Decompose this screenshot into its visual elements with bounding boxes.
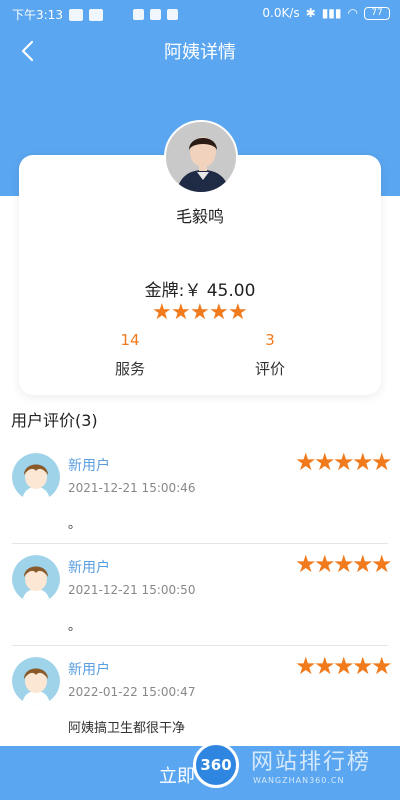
bluetooth-icon: ✱ [305, 6, 316, 20]
status-time: 下午3:13 [12, 8, 63, 22]
star-icon: ★ [371, 652, 393, 680]
star-icon: ★ [171, 300, 191, 325]
review-item: 新用户 ★ ★ ★ ★ ★ 2021-12-21 15:00:50 。 [0, 545, 400, 647]
watermark-text: 网站排行榜 [251, 750, 372, 775]
user-avatar [12, 555, 60, 603]
cartoon-user-icon [12, 453, 60, 501]
review-username: 新用户 [68, 560, 110, 576]
star-icon: ★ [152, 300, 172, 325]
review-date: 2022-01-22 15:00:47 [68, 685, 196, 699]
message-icon [68, 8, 83, 21]
reviews-section-title: 用户评价(3) [11, 411, 98, 430]
watermark: 360 网站排行榜 WANGZHAN360.CN [193, 738, 400, 800]
review-stars: ★ ★ ★ ★ ★ [295, 550, 393, 578]
play-app-icon [132, 9, 144, 20]
services-count: 14 [120, 331, 140, 349]
price-label: 金牌:￥ 45.00 [144, 281, 256, 301]
star-icon: ★ [333, 448, 355, 476]
housekeeper-name: 毛毅鸣 [175, 207, 224, 226]
status-right: 0.0K/s ✱ ▮▮▮ ◠ 77 [262, 6, 390, 20]
review-item: 新用户 ★ ★ ★ ★ ★ 2022-01-22 15:00:47 阿姨搞卫生都… [0, 647, 400, 749]
review-comment: 。 [68, 517, 82, 532]
video-app-icon [88, 8, 103, 21]
download-app-icon [149, 9, 161, 20]
star-icon: ★ [295, 550, 317, 578]
star-icon: ★ [352, 550, 374, 578]
star-icon: ★ [295, 448, 317, 476]
user-avatar [12, 453, 60, 501]
status-left: 下午3:13 [12, 6, 178, 23]
star-icon: ★ [333, 652, 355, 680]
signal-icon: ▮▮▮ [321, 6, 342, 20]
star-icon: ★ [209, 300, 229, 325]
star-icon: ★ [314, 448, 336, 476]
star-icon: ★ [190, 300, 210, 325]
profile-avatar [164, 120, 238, 194]
reviews-count: 3 [265, 331, 275, 349]
reviews-label: 评价 [254, 360, 285, 378]
review-date: 2021-12-21 15:00:50 [68, 583, 196, 597]
network-speed: 0.0K/s [262, 6, 300, 20]
battery-icon: 77 [364, 6, 390, 20]
divider [12, 543, 388, 544]
status-bar: 下午3:13 0.0K/s ✱ ▮▮▮ ◠ 77 [0, 0, 400, 28]
review-stars: ★ ★ ★ ★ ★ [295, 652, 393, 680]
star-icon: ★ [352, 448, 374, 476]
review-comment: 阿姨搞卫生都很干净 [68, 721, 186, 736]
app-icon [166, 9, 178, 20]
star-icon: ★ [352, 652, 374, 680]
review-date: 2021-12-21 15:00:46 [68, 481, 196, 495]
page-title: 阿姨详情 [164, 42, 236, 63]
nav-bar: 阿姨详情 [0, 28, 400, 74]
star-icon: ★ [314, 652, 336, 680]
watermark-logo: 360 [193, 742, 239, 788]
cartoon-user-icon [12, 555, 60, 603]
star-icon: ★ [371, 448, 393, 476]
divider [12, 645, 388, 646]
review-username: 新用户 [68, 458, 110, 474]
cartoon-user-icon [12, 657, 60, 705]
book-now-label: 立即 [159, 766, 195, 787]
star-icon: ★ [371, 550, 393, 578]
star-icon: ★ [228, 300, 248, 325]
review-comment: 。 [68, 619, 82, 634]
rating-stars: ★ ★ ★ ★ ★ [152, 300, 248, 325]
review-stars: ★ ★ ★ ★ ★ [295, 448, 393, 476]
star-icon: ★ [333, 550, 355, 578]
user-avatar [12, 657, 60, 705]
wifi-icon: ◠ [347, 6, 358, 20]
review-username: 新用户 [68, 662, 110, 678]
watermark-subtext: WANGZHAN360.CN [253, 776, 345, 785]
review-item: 新用户 ★ ★ ★ ★ ★ 2021-12-21 15:00:46 。 [0, 443, 400, 545]
star-icon: ★ [314, 550, 336, 578]
star-icon: ★ [295, 652, 317, 680]
services-label: 服务 [114, 360, 145, 378]
